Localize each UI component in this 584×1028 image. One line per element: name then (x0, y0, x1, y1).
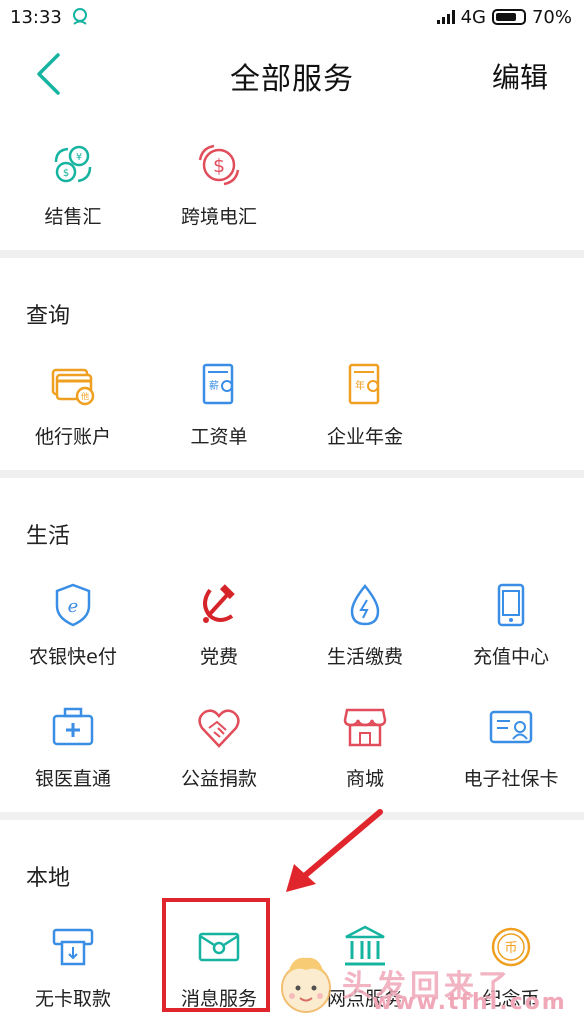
service-label: 生活缴费 (326, 646, 403, 668)
service-item-utility-payment[interactable]: 生活缴费 (292, 582, 438, 669)
service-label: 充值中心 (472, 646, 549, 668)
water-drop-icon (350, 584, 380, 626)
mobile-phone-icon (497, 583, 525, 627)
network-type: 4G (460, 6, 486, 28)
svg-text:$: $ (213, 155, 225, 177)
battery-icon (491, 9, 526, 25)
service-item-jieshouhui[interactable]: ¥ $ 结售汇 (0, 142, 146, 229)
signal-icon (436, 10, 455, 24)
notification-icon (72, 8, 87, 25)
service-item-hospital[interactable]: 银医直通 (0, 704, 146, 791)
service-item-mall[interactable]: 商城 (292, 704, 438, 791)
cards-icon: 他 (51, 368, 95, 406)
e-pay-shield-icon: e (55, 583, 91, 627)
svg-text:他: 他 (81, 391, 89, 401)
service-label: 商城 (345, 768, 384, 790)
service-label: 电子社保卡 (463, 768, 559, 790)
hammer-sickle-icon (203, 584, 235, 623)
service-label: 结售汇 (44, 206, 102, 228)
status-time: 13:33 (10, 6, 62, 28)
service-item-enterprise-annuity[interactable]: 年 企业年金 (292, 362, 438, 449)
svg-text:e: e (68, 596, 79, 617)
svg-text:薪: 薪 (209, 380, 219, 392)
service-label: 跨境电汇 (180, 206, 257, 228)
section-title-life: 生活 (26, 524, 71, 549)
id-card-icon (489, 710, 533, 744)
service-item-cardless-withdrawal[interactable]: 无卡取款 (0, 924, 146, 1011)
section-title-local: 本地 (26, 866, 71, 891)
atm-icon (52, 928, 94, 966)
page: 13:33 4G 70% 全部服务 编辑 ¥ $ 结售汇 $ 跨境电汇 查询 他… (0, 0, 584, 1028)
service-label: 农银快e付 (29, 646, 117, 668)
handshake-heart-icon (198, 709, 240, 748)
service-item-kuajingdianhui[interactable]: $ 跨境电汇 (146, 142, 292, 229)
service-item-party-fee[interactable]: 党费 (146, 582, 292, 669)
service-item-charity[interactable]: 公益捐款 (146, 704, 292, 791)
highlight-box (162, 898, 270, 1012)
svg-text:年: 年 (355, 379, 365, 392)
service-label: 党费 (199, 646, 238, 668)
header: 全部服务 编辑 (0, 34, 584, 118)
service-label: 企业年金 (326, 426, 403, 448)
service-item-social-security-card[interactable]: 电子社保卡 (438, 704, 584, 791)
svg-text:¥: ¥ (76, 152, 82, 163)
service-item-salary-slip[interactable]: 薪 工资单 (146, 362, 292, 449)
edit-button[interactable]: 编辑 (492, 56, 548, 96)
section-divider (0, 470, 584, 478)
annuity-icon: 年 (348, 363, 380, 405)
watermark-url: www.tfhl.com (372, 990, 567, 1015)
service-label: 银医直通 (34, 768, 111, 790)
annotation-arrow-icon (286, 809, 383, 892)
service-label: 无卡取款 (34, 988, 111, 1010)
battery-level: 70% (531, 6, 572, 28)
service-item-e-pay[interactable]: e 农银快e付 (0, 582, 146, 669)
medical-kit-icon (52, 707, 94, 746)
section-divider (0, 250, 584, 258)
service-item-other-bank-account[interactable]: 他 他行账户 (0, 362, 146, 449)
salary-slip-icon: 薪 (202, 363, 234, 405)
currency-exchange-icon: ¥ $ (54, 145, 92, 183)
section-title-query: 查询 (26, 304, 71, 329)
dollar-transfer-icon: $ (198, 144, 240, 186)
shop-icon (343, 708, 387, 747)
cartoon-logo-icon (281, 957, 331, 1013)
service-label: 工资单 (190, 426, 248, 448)
service-label: 他行账户 (34, 426, 111, 448)
status-bar: 13:33 4G 70% (0, 0, 584, 34)
service-item-recharge-center[interactable]: 充值中心 (438, 582, 584, 669)
svg-text:$: $ (63, 168, 69, 179)
service-label: 公益捐款 (180, 768, 257, 790)
